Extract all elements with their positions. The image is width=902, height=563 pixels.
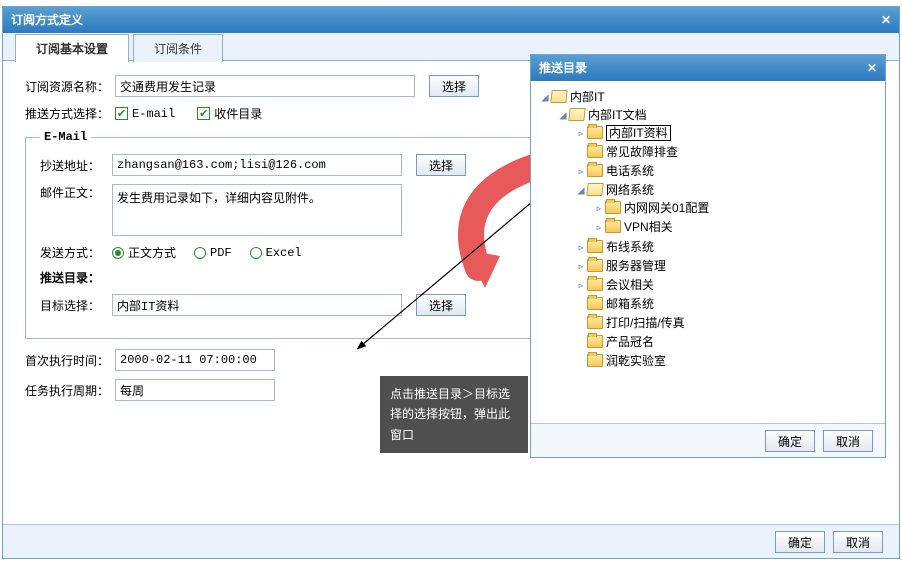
folder-icon — [587, 335, 603, 348]
expand-icon[interactable]: ▹ — [593, 220, 605, 234]
radio-icon — [250, 247, 262, 259]
resource-input[interactable] — [115, 75, 415, 97]
tree-node[interactable]: 打印/扫描/传真 — [575, 313, 877, 332]
folder-icon — [587, 145, 603, 158]
tree-cancel-button[interactable]: 取消 — [823, 430, 873, 452]
tree-titlebar: 推送目录 ✕ — [531, 55, 885, 81]
tree-title: 推送目录 — [539, 55, 587, 81]
cc-input[interactable] — [112, 154, 402, 176]
dialog-titlebar: 订阅方式定义 ✕ — [3, 7, 899, 33]
close-icon[interactable]: ✕ — [867, 55, 877, 81]
tree-node[interactable]: ◢网络系统 ▹内网网关01配置 ▹VPN相关 — [575, 180, 877, 237]
folder-icon — [587, 240, 603, 253]
radio-icon — [112, 247, 124, 259]
email-legend: E-Mail — [40, 130, 91, 144]
folder-open-icon — [550, 90, 567, 103]
tree-node[interactable]: ▹ 内部IT资料 — [575, 123, 877, 142]
tab-conditions[interactable]: 订阅条件 — [133, 34, 223, 62]
folder-icon — [587, 164, 603, 177]
task-cycle-label: 任务执行周期： — [25, 382, 115, 399]
radio-pdf[interactable]: PDF — [194, 246, 232, 260]
cc-label: 抄送地址： — [40, 157, 112, 174]
expand-icon[interactable]: ▹ — [575, 164, 587, 178]
expand-icon[interactable]: ◢ — [575, 183, 587, 197]
tree-node[interactable]: ▹会议相关 — [575, 275, 877, 294]
expand-icon[interactable]: ▹ — [575, 126, 587, 140]
send-mode-label: 发送方式： — [40, 244, 112, 261]
tree-node[interactable]: ▹VPN相关 — [593, 217, 877, 236]
ok-button[interactable]: 确定 — [775, 531, 825, 553]
target-label: 目标选择： — [40, 297, 112, 314]
push-mode-label: 推送方式选择： — [25, 105, 115, 122]
tree-node[interactable]: ◢内部IT文档 ▹内部IT资料 常见故障排查 ▹电话系统 ◢网络系统 ▹内网网关… — [557, 105, 877, 371]
folder-icon — [587, 354, 603, 367]
checkbox-icon: ✔ — [115, 107, 128, 120]
cc-select-button[interactable]: 选择 — [416, 154, 466, 176]
close-icon[interactable]: ✕ — [881, 7, 891, 33]
tree-selected: 内部IT资料 — [606, 125, 671, 141]
expand-icon[interactable]: ◢ — [539, 90, 551, 104]
hint-tooltip: 点击推送目录＞目标选择的选择按钮，弹出此窗口 — [380, 376, 528, 453]
tree-node[interactable]: ◢内部IT ◢内部IT文档 ▹内部IT资料 常见故障排查 ▹电话系统 ◢网络系统… — [539, 87, 877, 372]
folder-open-icon — [586, 183, 603, 196]
expand-icon[interactable]: ▹ — [575, 240, 587, 254]
resource-select-button[interactable]: 选择 — [429, 75, 479, 97]
expand-icon[interactable]: ▹ — [575, 259, 587, 273]
target-input[interactable] — [112, 294, 402, 316]
folder-icon — [605, 201, 621, 214]
expand-icon[interactable]: ▹ — [593, 201, 605, 215]
tree-node[interactable]: ▹服务器管理 — [575, 256, 877, 275]
tab-basic[interactable]: 订阅基本设置 — [15, 34, 129, 62]
tree-node[interactable]: ▹内网网关01配置 — [593, 198, 877, 217]
radio-excel[interactable]: Excel — [250, 246, 302, 260]
task-cycle-input[interactable] — [115, 379, 275, 401]
tree-node[interactable]: 邮箱系统 — [575, 294, 877, 313]
radio-icon — [194, 247, 206, 259]
resource-label: 订阅资源名称： — [25, 78, 115, 95]
folder-icon — [587, 259, 603, 272]
expand-icon[interactable]: ▹ — [575, 278, 587, 292]
first-exec-input[interactable] — [115, 349, 275, 371]
chk-inbox[interactable]: ✔ 收件目录 — [197, 105, 262, 122]
tree-ok-button[interactable]: 确定 — [765, 430, 815, 452]
dialog-footer: 确定 取消 — [3, 524, 899, 558]
chk-email[interactable]: ✔ E-mail — [115, 107, 175, 121]
expand-icon[interactable]: ◢ — [557, 108, 569, 122]
radio-text[interactable]: 正文方式 — [112, 244, 176, 261]
folder-open-icon — [568, 108, 585, 121]
tree-node[interactable]: 常见故障排查 — [575, 142, 877, 161]
tree-node[interactable]: ▹电话系统 — [575, 161, 877, 180]
folder-icon — [587, 126, 603, 139]
folder-icon — [587, 278, 603, 291]
dialog-title: 订阅方式定义 — [11, 7, 83, 33]
folder-icon — [587, 297, 603, 310]
tree-dialog: 推送目录 ✕ ◢内部IT ◢内部IT文档 ▹内部IT资料 常见故障排查 ▹电话系… — [530, 54, 886, 458]
tree-node[interactable]: 产品冠名 — [575, 332, 877, 351]
tree-node[interactable]: ▹布线系统 — [575, 237, 877, 256]
target-select-button[interactable]: 选择 — [416, 294, 466, 316]
tree-footer: 确定 取消 — [531, 423, 885, 457]
first-exec-label: 首次执行时间： — [25, 352, 115, 369]
body-textarea[interactable]: 发生费用记录如下，详细内容见附件。 — [112, 184, 402, 236]
folder-icon — [587, 316, 603, 329]
body-label: 邮件正文： — [40, 184, 112, 201]
cancel-button[interactable]: 取消 — [833, 531, 883, 553]
checkbox-icon: ✔ — [197, 107, 210, 120]
folder-icon — [605, 220, 621, 233]
tree-body: ◢内部IT ◢内部IT文档 ▹内部IT资料 常见故障排查 ▹电话系统 ◢网络系统… — [531, 81, 885, 423]
tree-node[interactable]: 润乾实验室 — [575, 351, 877, 370]
